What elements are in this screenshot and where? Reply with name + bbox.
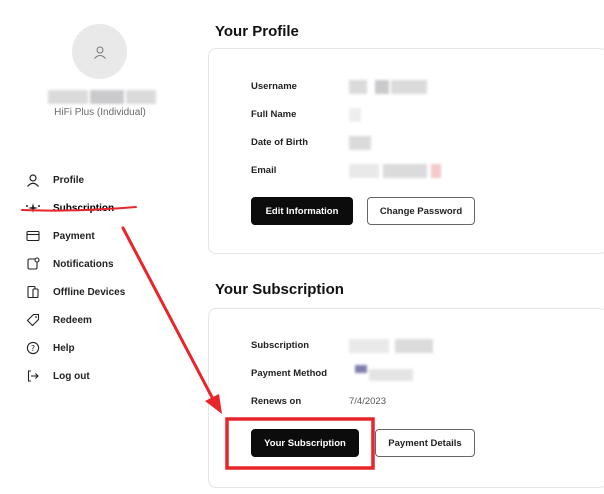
full-name-redacted xyxy=(349,108,363,122)
user-icon xyxy=(93,46,106,59)
help-icon: ? xyxy=(25,340,41,356)
sidebar-nav: Profile Subscription Payment Notificatio… xyxy=(25,166,125,390)
subscription-label: Subscription xyxy=(251,340,310,351)
devices-icon xyxy=(25,284,41,300)
payment-details-button[interactable]: Payment Details xyxy=(375,429,475,457)
svg-text:?: ? xyxy=(31,344,35,353)
sidebar-item-label: Profile xyxy=(53,174,85,186)
avatar[interactable] xyxy=(72,24,127,79)
edit-information-button[interactable]: Edit Information xyxy=(251,197,353,225)
sidebar-item-label: Notifications xyxy=(53,258,114,270)
bell-icon xyxy=(25,256,41,272)
subscription-title: Your Subscription xyxy=(215,281,344,298)
sidebar-item-logout[interactable]: Log out xyxy=(25,362,125,390)
user-icon xyxy=(25,172,41,188)
sidebar-item-subscription[interactable]: Subscription xyxy=(25,194,125,222)
subscription-redacted xyxy=(349,339,441,353)
profile-card: Username Full Name Date of Birth Email E… xyxy=(208,48,604,254)
full-name-label: Full Name xyxy=(251,109,297,120)
sidebar-item-label: Payment xyxy=(53,230,95,242)
email-redacted xyxy=(349,164,469,178)
sidebar-item-help[interactable]: ? Help xyxy=(25,334,125,362)
username-redacted xyxy=(48,88,158,104)
plan-label: HiFi Plus (Individual) xyxy=(54,107,146,118)
logout-icon xyxy=(25,368,41,384)
sidebar-item-label: Redeem xyxy=(53,314,92,326)
payment-method-redacted xyxy=(349,365,419,381)
subscription-card: Subscription Payment Method Renews on 7/… xyxy=(208,308,604,488)
renews-on-value: 7/4/2023 xyxy=(349,396,386,407)
sidebar-item-notifications[interactable]: Notifications xyxy=(25,250,125,278)
sidebar-item-label: Log out xyxy=(53,370,90,382)
sidebar: HiFi Plus (Individual) Profile Subscript… xyxy=(0,0,200,494)
your-subscription-button[interactable]: Your Subscription xyxy=(251,429,359,457)
sidebar-item-label: Help xyxy=(53,342,75,354)
dob-label: Date of Birth xyxy=(251,137,308,148)
sidebar-item-label: Offline Devices xyxy=(53,286,126,298)
username-redacted xyxy=(349,80,449,94)
sidebar-item-label: Subscription xyxy=(53,202,115,214)
dob-redacted xyxy=(349,136,379,150)
change-password-button[interactable]: Change Password xyxy=(367,197,475,225)
sparkle-icon xyxy=(25,200,41,216)
sidebar-item-offline-devices[interactable]: Offline Devices xyxy=(25,278,125,306)
payment-method-label: Payment Method xyxy=(251,368,328,379)
username-label: Username xyxy=(251,81,297,92)
sidebar-item-payment[interactable]: Payment xyxy=(25,222,125,250)
sidebar-item-profile[interactable]: Profile xyxy=(25,166,125,194)
profile-title: Your Profile xyxy=(215,23,299,40)
sidebar-item-redeem[interactable]: Redeem xyxy=(25,306,125,334)
credit-card-icon xyxy=(25,228,41,244)
email-label: Email xyxy=(251,165,277,176)
renews-on-label: Renews on xyxy=(251,396,302,407)
main-content: Your Profile Username Full Name Date of … xyxy=(208,0,604,494)
tag-icon xyxy=(25,312,41,328)
